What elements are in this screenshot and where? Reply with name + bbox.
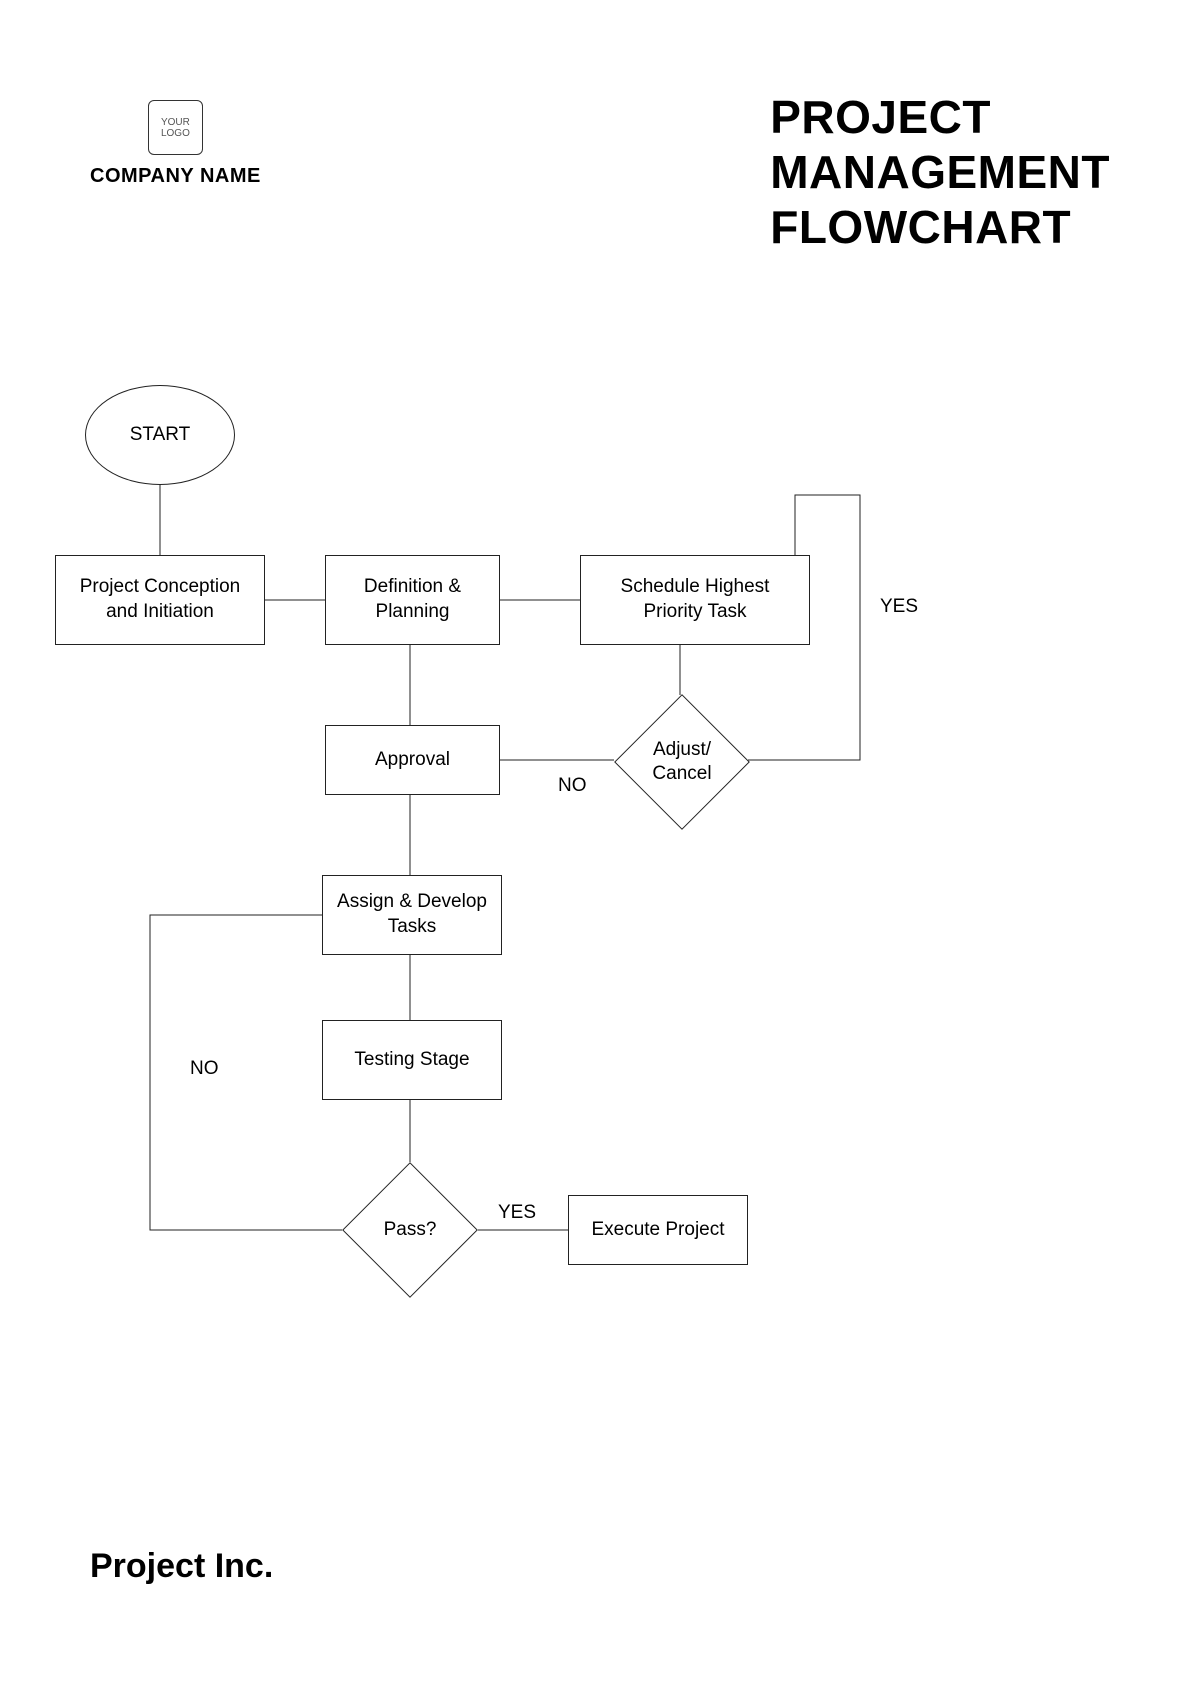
edge-pass-no: NO <box>190 1058 219 1080</box>
company-name: COMPANY NAME <box>90 165 261 188</box>
node-assign: Assign & DevelopTasks <box>322 875 502 955</box>
node-start-label: START <box>130 423 191 448</box>
node-adjust-decision: Adjust/Cancel <box>614 694 750 830</box>
edge-adjust-no: NO <box>558 775 587 797</box>
node-definition: Definition &Planning <box>325 555 500 645</box>
flow-connectors <box>0 340 1200 1490</box>
node-pass-decision: Pass? <box>342 1162 478 1298</box>
node-conception-label: Project Conceptionand Initiation <box>80 575 241 624</box>
page-title: PROJECT MANAGEMENT FLOWCHART <box>770 90 1110 256</box>
node-conception: Project Conceptionand Initiation <box>55 555 265 645</box>
node-approval-label: Approval <box>375 748 450 773</box>
node-schedule: Schedule HighestPriority Task <box>580 555 810 645</box>
header: YOURLOGO COMPANY NAME PROJECT MANAGEMENT… <box>0 90 1200 256</box>
node-testing-label: Testing Stage <box>354 1048 469 1073</box>
node-testing: Testing Stage <box>322 1020 502 1100</box>
title-line-1: PROJECT <box>770 90 1110 145</box>
node-start: START <box>85 385 235 485</box>
flowchart-canvas: START Project Conceptionand Initiation D… <box>0 340 1200 1490</box>
node-assign-label: Assign & DevelopTasks <box>337 890 487 939</box>
logo-placeholder: YOURLOGO <box>148 100 203 155</box>
node-adjust-label: Adjust/Cancel <box>614 694 750 830</box>
node-pass-label: Pass? <box>342 1162 478 1298</box>
edge-pass-yes: YES <box>498 1202 536 1224</box>
node-execute-label: Execute Project <box>591 1218 724 1243</box>
footer-company: Project Inc. <box>90 1547 273 1586</box>
node-approval: Approval <box>325 725 500 795</box>
edge-adjust-yes: YES <box>880 596 918 618</box>
node-execute: Execute Project <box>568 1195 748 1265</box>
node-definition-label: Definition &Planning <box>364 575 461 624</box>
title-line-2: MANAGEMENT <box>770 145 1110 200</box>
company-block: YOURLOGO COMPANY NAME <box>90 100 261 188</box>
title-line-3: FLOWCHART <box>770 200 1110 255</box>
node-schedule-label: Schedule HighestPriority Task <box>621 575 770 624</box>
